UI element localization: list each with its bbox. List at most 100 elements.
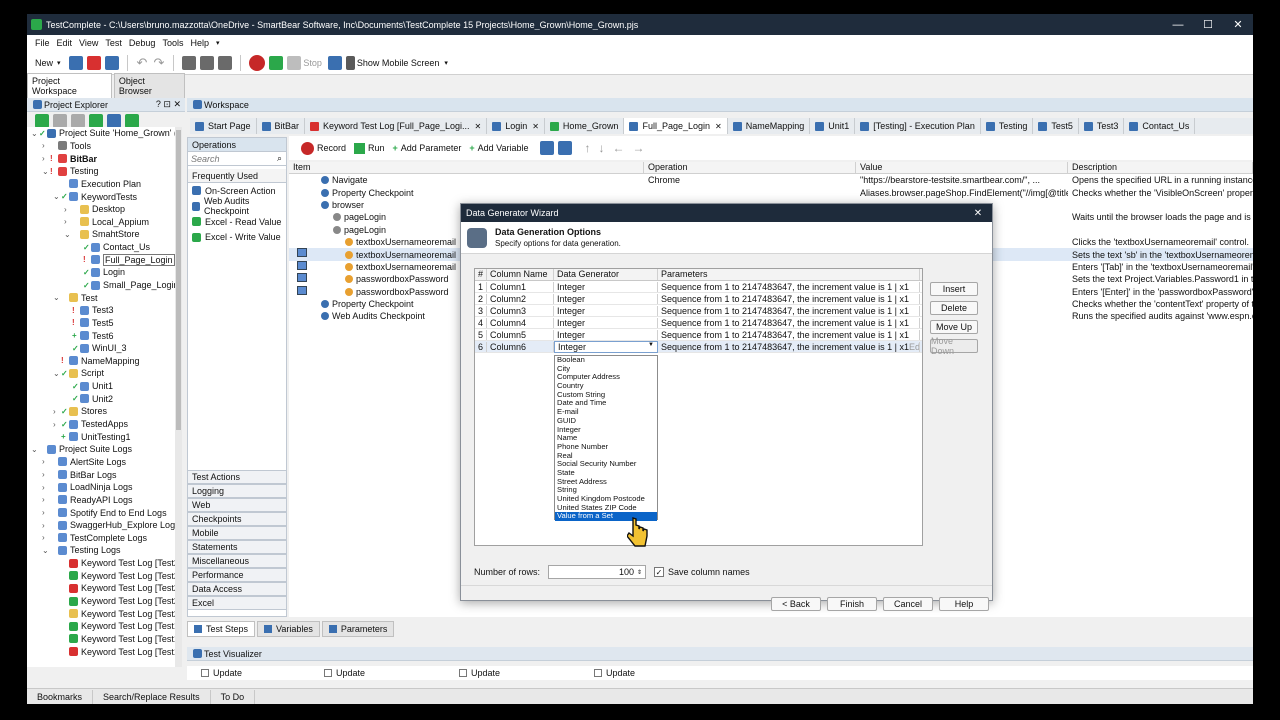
close-icon[interactable]: ✕ xyxy=(474,122,481,131)
screenshot-icon[interactable] xyxy=(297,248,307,258)
column-name-cell[interactable]: Column1 xyxy=(487,281,554,292)
parameters-cell[interactable]: Sequence from 1 to 2147483647, the incre… xyxy=(658,281,920,292)
tree-item[interactable]: › AlertSite Logs xyxy=(27,456,175,469)
tree-item[interactable]: Keyword Test Log [Test2] 3/ xyxy=(27,569,175,582)
stop-button[interactable]: Stop xyxy=(303,58,322,68)
record-icon[interactable] xyxy=(301,141,314,155)
column-name-cell[interactable]: Column3 xyxy=(487,305,554,316)
tree-item[interactable]: ! Full_Page_Login xyxy=(27,253,175,266)
grid-row[interactable]: Property Checkpoint Aliases.browser.pageS… xyxy=(289,186,1253,198)
footer-button-3[interactable]: Help xyxy=(939,597,989,611)
tree-item[interactable]: › Tools xyxy=(27,140,175,153)
operations-search[interactable]: Search ⌕ xyxy=(188,152,286,166)
expander-icon[interactable]: › xyxy=(53,420,61,429)
tab-variables[interactable]: Variables xyxy=(257,621,320,637)
redo-icon[interactable]: ↷ xyxy=(153,55,164,71)
generator-row[interactable]: 1 Column1 Integer Sequence from 1 to 214748… xyxy=(475,281,922,293)
visualizer-thumb[interactable]: Update xyxy=(187,668,322,678)
operation-category[interactable]: Checkpoints xyxy=(188,512,286,526)
new-button[interactable]: New xyxy=(35,58,53,68)
edit-parameters-button[interactable]: Edit... xyxy=(909,342,919,352)
generator-row[interactable]: 2 Column2 Integer Sequence from 1 to 214748… xyxy=(475,293,922,305)
insert-button[interactable]: Insert xyxy=(930,282,978,296)
operation-item[interactable]: Web Audits Checkpoint xyxy=(188,196,286,216)
tree-item[interactable]: ✓ Unit1 xyxy=(27,380,175,393)
move-right-icon[interactable]: → xyxy=(632,141,644,155)
expander-icon[interactable]: ⌄ xyxy=(53,293,61,302)
dialog-close-button[interactable]: ✕ xyxy=(964,208,992,219)
tree-item[interactable]: ›! BitBar xyxy=(27,152,175,165)
parameters-cell[interactable]: Sequence from 1 to 2147483647, the incre… xyxy=(658,305,920,316)
close-button[interactable]: ✕ xyxy=(1223,18,1253,31)
column-name-cell[interactable]: Column5 xyxy=(487,329,554,340)
paste-icon[interactable] xyxy=(558,141,573,155)
screenshot-icon[interactable] xyxy=(297,260,307,270)
dropdown-arrow-icon[interactable]: ▼ xyxy=(648,342,654,352)
screenshot-icon[interactable] xyxy=(297,285,307,295)
debug-icon[interactable] xyxy=(327,55,342,70)
tree-item[interactable]: Keyword Test Log [Test2] 3/ xyxy=(27,557,175,570)
add-parameter-button[interactable]: Add Parameter xyxy=(401,143,462,153)
menu-help[interactable]: Help xyxy=(190,38,209,48)
generator-row[interactable]: 6 Column6 Integer ▼ Sequence from 1 to 21474… xyxy=(475,340,922,353)
tab-parameters[interactable]: Parameters xyxy=(321,621,395,637)
show-mobile-screen-button[interactable]: Show Mobile Screen xyxy=(357,58,440,68)
frequently-used-section[interactable]: Frequently Used xyxy=(188,169,286,183)
parameters-cell[interactable]: Sequence from 1 to 2147483647, the incre… xyxy=(658,293,920,304)
footer-button-1[interactable]: Finish xyxy=(827,597,877,611)
doc-tab[interactable]: Keyword Test Log [Full_Page_Logi... ✕ xyxy=(305,118,488,134)
data-generator-cell[interactable]: Integer ▼ xyxy=(554,340,658,353)
tree-item[interactable]: › BitBar Logs xyxy=(27,468,175,481)
data-generator-cell[interactable]: Integer xyxy=(554,281,658,292)
tree-item[interactable]: ⌄! Testing xyxy=(27,165,175,178)
tree-item[interactable]: › TestComplete Logs xyxy=(27,532,175,545)
record-icon[interactable] xyxy=(249,54,266,71)
operation-category[interactable]: Data Access xyxy=(188,582,286,596)
operation-category[interactable]: Web xyxy=(188,498,286,512)
status-tab[interactable]: Bookmarks xyxy=(27,689,94,704)
column-name-cell[interactable]: Column2 xyxy=(487,293,554,304)
maximize-button[interactable]: ☐ xyxy=(1193,18,1223,31)
add-test-icon[interactable] xyxy=(200,55,215,70)
footer-button-0[interactable]: < Back xyxy=(771,597,821,611)
tree-scrollbar[interactable] xyxy=(175,127,182,667)
mobile-screen-icon[interactable] xyxy=(345,55,355,70)
open-folder-icon[interactable] xyxy=(68,55,83,70)
menu-view[interactable]: View xyxy=(79,38,98,48)
expander-icon[interactable]: › xyxy=(42,508,50,517)
delete-icon[interactable] xyxy=(71,114,85,128)
doc-tab[interactable]: Test3 xyxy=(1079,118,1125,134)
expander-icon[interactable]: › xyxy=(42,483,50,492)
tree-item[interactable]: Execution Plan xyxy=(27,178,175,191)
checkbox-icon[interactable] xyxy=(459,669,467,677)
save-icon[interactable] xyxy=(104,55,119,70)
add-parameter-icon[interactable]: + xyxy=(393,143,398,153)
data-generator-cell[interactable]: Integer xyxy=(554,317,658,328)
tree-item[interactable]: ✓ Small_Page_Login xyxy=(27,279,175,292)
tree-item[interactable]: + Test6 xyxy=(27,329,175,342)
stop-icon[interactable] xyxy=(287,55,302,70)
add-project-icon[interactable] xyxy=(35,114,49,128)
operation-category[interactable]: Test Actions xyxy=(188,470,286,484)
tree-item[interactable]: › ReadyAPI Logs xyxy=(27,494,175,507)
footer-button-2[interactable]: Cancel xyxy=(883,597,933,611)
tree-item[interactable]: › ✓ TestedApps xyxy=(27,418,175,431)
menu-tools[interactable]: Tools xyxy=(162,38,183,48)
doc-tab[interactable]: Home_Grown xyxy=(545,118,625,134)
add-item-icon[interactable] xyxy=(182,55,197,70)
properties-icon[interactable] xyxy=(107,114,121,128)
grid-row[interactable]: Navigate Chrome "https://bearstore-testsit… xyxy=(289,174,1253,186)
status-tab[interactable]: To Do xyxy=(211,689,256,704)
menu-edit[interactable]: Edit xyxy=(57,38,73,48)
add-variable-button[interactable]: Add Variable xyxy=(478,143,529,153)
move-up-button[interactable]: Move Up xyxy=(930,320,978,334)
tree-item[interactable]: ⌄✓ Project Suite 'Home_Grown' (9 pr xyxy=(27,127,175,140)
close-icon[interactable]: ✕ xyxy=(715,122,722,131)
tab-object-browser[interactable]: Object Browser xyxy=(113,73,185,99)
doc-tab[interactable]: Login ✕ xyxy=(487,118,545,134)
undo-icon[interactable]: ↶ xyxy=(137,55,148,71)
tree-item[interactable]: › Desktop xyxy=(27,203,175,216)
tree-item[interactable]: ✓ WinUI_3 xyxy=(27,342,175,355)
tree-item[interactable]: › LoadNinja Logs xyxy=(27,481,175,494)
doc-tab[interactable]: Contact_Us xyxy=(1124,118,1196,134)
